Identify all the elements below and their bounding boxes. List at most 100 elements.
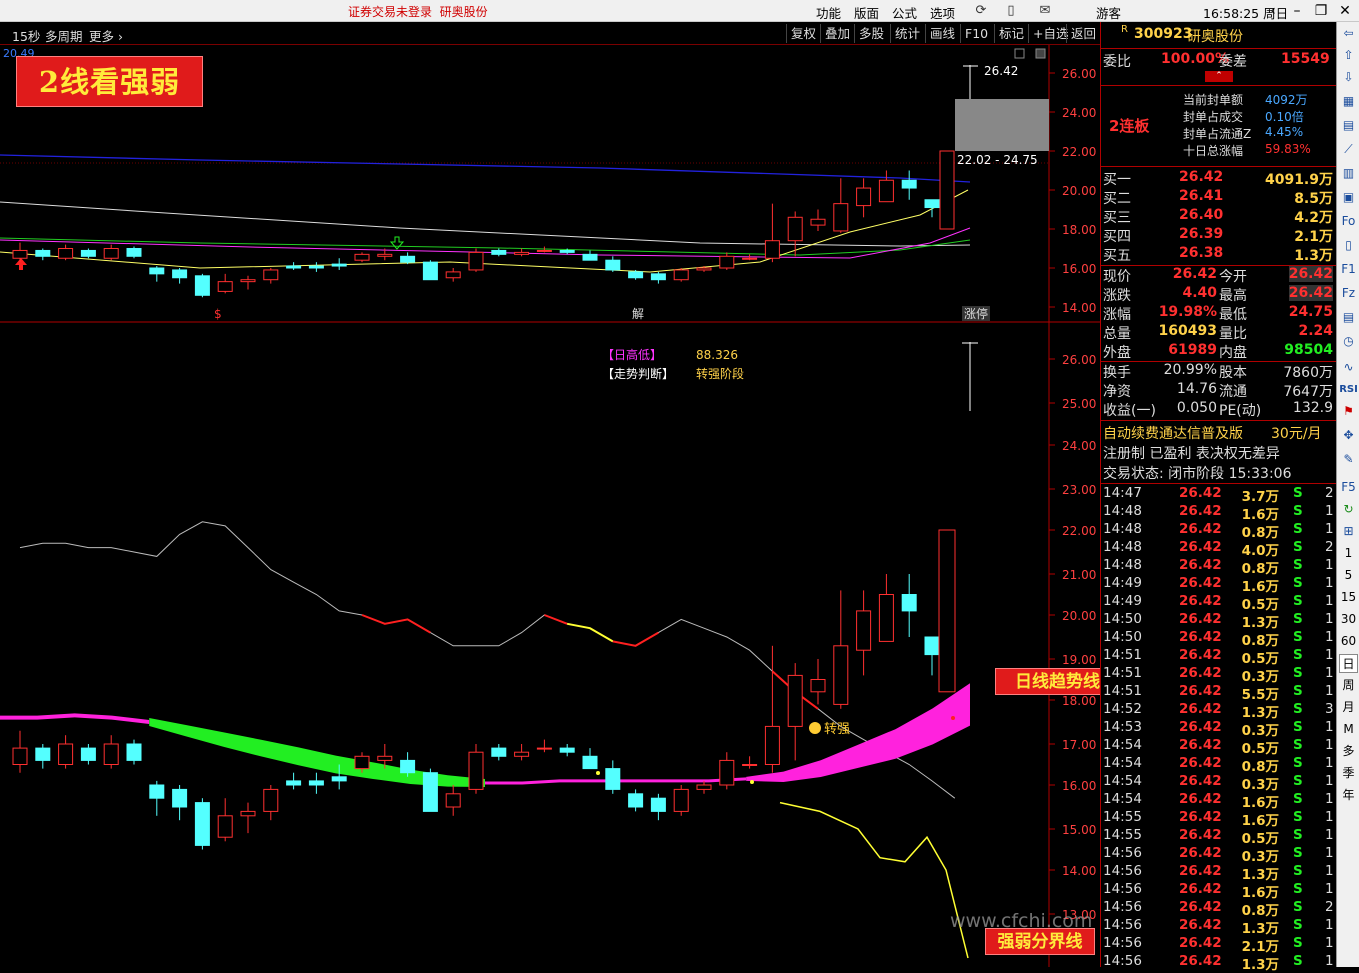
lower-candle[interactable] <box>582 755 598 770</box>
lower-candle[interactable] <box>787 674 803 727</box>
upper-candle[interactable] <box>58 248 74 259</box>
upper-candle[interactable] <box>719 255 735 269</box>
upper-candle[interactable] <box>924 199 940 209</box>
f10-icon[interactable]: F1 <box>1339 260 1358 279</box>
btn-overlay[interactable]: 叠加 <box>820 24 854 43</box>
promo-text[interactable]: 自动续费通达信普及版 <box>1103 423 1243 443</box>
lower-candle[interactable] <box>58 743 74 765</box>
lower-candle[interactable] <box>491 747 507 757</box>
upper-candle[interactable] <box>901 179 917 189</box>
period-button[interactable]: 周 <box>1339 676 1358 695</box>
list-icon[interactable]: ▤ <box>1339 116 1358 135</box>
lower-candle[interactable] <box>35 747 51 761</box>
kline-icon[interactable]: ▥ <box>1339 164 1358 183</box>
refresh-data-icon[interactable]: ↻ <box>1339 500 1358 519</box>
lower-candle[interactable] <box>673 788 689 812</box>
period-button[interactable]: 年 <box>1339 786 1358 805</box>
period-button[interactable]: M <box>1339 720 1358 739</box>
upper-candle[interactable] <box>696 267 712 271</box>
menu-formula[interactable]: 公式 <box>892 3 917 22</box>
period-button[interactable]: 60 <box>1339 632 1358 651</box>
lower-candle[interactable] <box>240 810 256 817</box>
lower-candle[interactable] <box>172 788 188 808</box>
period-button[interactable]: 30 <box>1339 610 1358 629</box>
btn-fuquan[interactable]: 复权 <box>786 24 820 43</box>
lower-candle[interactable] <box>217 815 233 838</box>
upper-candle[interactable] <box>514 251 530 255</box>
panel-max-icon[interactable] <box>1035 48 1046 59</box>
close-icon[interactable]: ✕ <box>1334 1 1356 21</box>
lower-candle[interactable] <box>856 610 872 651</box>
fio-icon[interactable]: Fo <box>1339 212 1358 231</box>
btn-stats[interactable]: 统计 <box>890 24 924 43</box>
upper-candle[interactable] <box>422 261 438 281</box>
bid-row[interactable]: 买五 26.38 1.3万 <box>1101 245 1337 264</box>
upper-candle[interactable] <box>377 253 393 257</box>
lower-candle[interactable] <box>12 747 28 765</box>
period-button[interactable]: 日 <box>1339 654 1358 673</box>
restore-icon[interactable]: ❐ <box>1310 1 1332 21</box>
lower-candle[interactable] <box>308 780 324 786</box>
lower-candle[interactable] <box>103 743 119 765</box>
upper-candle[interactable] <box>468 251 484 271</box>
multi-period[interactable]: 多周期 <box>45 26 83 45</box>
period-button[interactable]: 月 <box>1339 698 1358 717</box>
lower-candle[interactable] <box>605 768 621 790</box>
upper-candle[interactable] <box>673 269 689 281</box>
lower-candle[interactable] <box>696 784 712 790</box>
upper-candle[interactable] <box>286 265 302 269</box>
lower-candle[interactable] <box>331 776 347 782</box>
lower-candle[interactable] <box>878 594 894 642</box>
f5-icon[interactable]: F5 <box>1339 478 1358 497</box>
upper-candle[interactable] <box>650 273 666 281</box>
mail-icon[interactable]: ✉ <box>1036 2 1054 20</box>
lower-candle[interactable] <box>194 802 210 846</box>
upper-candle[interactable] <box>172 269 188 279</box>
lower-candle[interactable] <box>628 793 644 808</box>
doc-icon[interactable]: ▯ <box>1339 236 1358 255</box>
upper-candle[interactable] <box>742 257 758 260</box>
upper-candle[interactable] <box>149 267 165 275</box>
left-arrow-icon[interactable]: ⇦ <box>1339 24 1358 43</box>
lower-candle[interactable] <box>354 755 370 770</box>
upper-candle[interactable] <box>810 218 826 226</box>
down-arrow-icon[interactable]: ⇩ <box>1339 68 1358 87</box>
lower-candle[interactable] <box>833 645 849 705</box>
menu-layout[interactable]: 版面 <box>854 3 879 22</box>
upper-candle[interactable] <box>559 249 575 253</box>
table-icon[interactable]: ▦ <box>1339 92 1358 111</box>
login-warning[interactable]: 证券交易未登录 研奥股份 <box>348 3 488 20</box>
upper-candle[interactable] <box>833 203 849 232</box>
lower-candle[interactable] <box>80 747 96 761</box>
btn-draw[interactable]: 画线 <box>925 24 959 43</box>
upper-candle[interactable] <box>194 275 210 296</box>
promo-row[interactable]: 自动续费通达信普及版 30元/月 <box>1101 423 1337 442</box>
btn-multistock[interactable]: 多股 <box>854 24 888 43</box>
period-button[interactable]: 季 <box>1339 764 1358 783</box>
lower-candle[interactable] <box>559 747 575 753</box>
menu-options[interactable]: 选项 <box>930 3 955 22</box>
lower-candle[interactable] <box>149 784 165 799</box>
upper-candle[interactable] <box>354 253 370 261</box>
upper-candle[interactable] <box>605 259 621 271</box>
upper-candle[interactable] <box>628 271 644 279</box>
lower-candle[interactable] <box>650 797 666 812</box>
lower-candle[interactable] <box>377 755 393 761</box>
lower-candle[interactable] <box>286 780 302 786</box>
guest-label[interactable]: 游客 <box>1096 3 1121 22</box>
upper-candle[interactable] <box>787 216 803 242</box>
period-15s[interactable]: 15秒 <box>12 26 40 45</box>
upper-candle[interactable] <box>856 187 872 207</box>
lower-candle[interactable] <box>764 725 780 766</box>
lower-candle[interactable] <box>536 747 552 750</box>
bid-row[interactable]: 买一 26.42 4091.9万 <box>1101 169 1337 188</box>
upper-candle[interactable] <box>35 249 51 257</box>
upper-candle[interactable] <box>491 249 507 255</box>
btn-f10[interactable]: F10 <box>960 24 992 43</box>
promo-price[interactable]: 30元/月 <box>1271 423 1322 443</box>
lower-candle[interactable] <box>400 759 416 774</box>
upper-candle[interactable] <box>217 281 233 292</box>
upper-candle[interactable] <box>331 263 347 267</box>
upper-candle[interactable] <box>80 249 96 257</box>
line-chart-icon[interactable]: ⟋ <box>1339 140 1358 159</box>
